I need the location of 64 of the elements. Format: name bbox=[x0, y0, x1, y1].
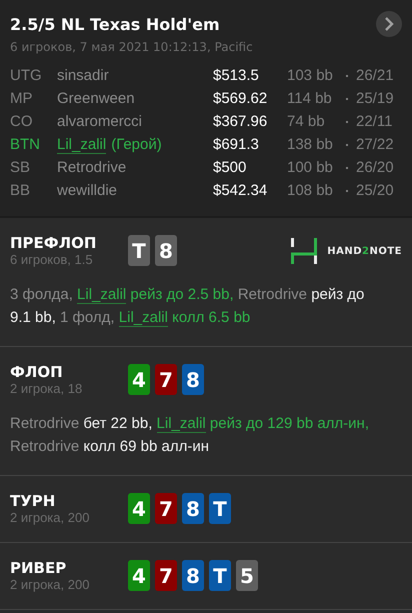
player-stats: 26/20 bbox=[356, 159, 394, 176]
player-bb: 103 bb bbox=[287, 67, 334, 84]
player-stats: 25/19 bbox=[356, 90, 394, 107]
player-link[interactable]: Lil_zalil bbox=[156, 415, 206, 433]
player-bb: 74 bb bbox=[287, 113, 326, 130]
board-card: T bbox=[209, 493, 231, 524]
player-position: MP bbox=[10, 90, 34, 107]
street-info: 6 игроков, 1.5 bbox=[10, 252, 94, 267]
player-stack: $367.96 bbox=[213, 113, 268, 130]
next-button[interactable] bbox=[376, 11, 402, 37]
player-stack: $542.34 bbox=[213, 182, 268, 199]
board-card: 7 bbox=[155, 493, 177, 524]
logo-text: HAND2NOTE bbox=[327, 246, 402, 256]
player-position: CO bbox=[10, 113, 34, 130]
street-title: РИВЕР bbox=[10, 559, 68, 577]
player-name: sinsadir bbox=[57, 67, 109, 84]
player-name: Retrodrive bbox=[57, 159, 126, 176]
player-position: BB bbox=[10, 182, 32, 199]
player-stack: $569.62 bbox=[213, 90, 268, 107]
street-title: ПРЕФЛОП bbox=[10, 234, 98, 252]
player-stats: 27/22 bbox=[356, 136, 394, 153]
player-link[interactable]: Lil_zalil bbox=[77, 286, 126, 304]
hand-subtitle: 6 игроков, 7 мая 2021 10:12:13, Pacific bbox=[10, 40, 254, 54]
player-position: SB bbox=[10, 159, 32, 176]
street-info: 2 игрока, 18 bbox=[10, 381, 84, 396]
player-position: UTG bbox=[10, 67, 43, 84]
board-card: 8 bbox=[182, 493, 204, 524]
player-bb: 108 bb bbox=[287, 182, 334, 199]
logo-icon bbox=[289, 236, 320, 266]
board-card: 8 bbox=[182, 560, 204, 591]
board-card: 5 bbox=[236, 560, 258, 591]
board-card: 4 bbox=[128, 493, 150, 524]
board-card: T bbox=[209, 560, 231, 591]
street-title: ФЛОП bbox=[10, 363, 64, 381]
action-summary: Retrodrive бет 22 bb, Lil_zalil рейз до 129 bb алл-ин, Retrodrive колл 69 bb алл-ин bbox=[10, 414, 370, 457]
board-card: 4 bbox=[128, 364, 150, 395]
board-card: 7 bbox=[155, 364, 177, 395]
player-bb: 114 bb bbox=[287, 90, 333, 107]
player-stack: $513.5 bbox=[213, 67, 260, 84]
player-stats: 25/20 bbox=[356, 182, 394, 199]
player-stats: 26/21 bbox=[356, 67, 394, 84]
hero-label: (Герой) bbox=[111, 136, 162, 154]
street-info: 2 игрока, 200 bbox=[10, 510, 90, 525]
player-bb: 138 bb bbox=[287, 136, 334, 153]
street-title: ТУРН bbox=[10, 492, 56, 510]
player-name: alvaromercci bbox=[57, 113, 142, 130]
player-stack: $691.3 bbox=[213, 136, 260, 153]
board-card: T bbox=[128, 235, 150, 266]
player-position: BTN bbox=[10, 136, 41, 153]
player-bb: 100 bb bbox=[287, 159, 334, 176]
player-stats: 22/11 bbox=[356, 113, 392, 130]
player-link[interactable]: Lil_zalil bbox=[57, 136, 106, 154]
player-name: Greenween bbox=[57, 90, 135, 107]
action-summary: 3 фолда, Lil_zalil рейз до 2.5 bb, Retrodrive рейз до 9.1 bb, 1 фолд, Lil_zalil колл 6.5 bb bbox=[10, 285, 366, 329]
board-card: 7 bbox=[155, 560, 177, 591]
board-card: 8 bbox=[155, 235, 177, 266]
player-link[interactable]: Lil_zalil bbox=[118, 309, 168, 327]
street-info: 2 игрока, 200 bbox=[10, 577, 90, 592]
board-card: 8 bbox=[182, 364, 204, 395]
hand-title: 2.5/5 NL Texas Hold'em bbox=[10, 14, 220, 34]
chevron-right-icon bbox=[384, 17, 394, 31]
board-card: 4 bbox=[128, 560, 150, 591]
player-name: wewilldie bbox=[57, 182, 118, 199]
player-stack: $500 bbox=[213, 159, 248, 176]
